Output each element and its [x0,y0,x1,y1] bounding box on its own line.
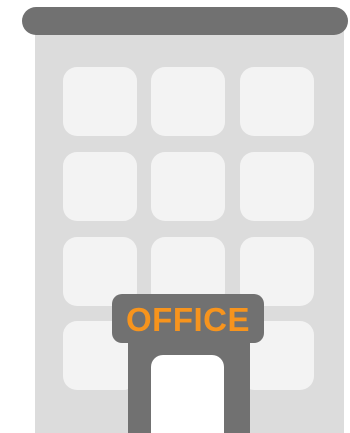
window [151,67,225,136]
office-sign-text: OFFICE [126,300,250,338]
window [63,152,137,221]
window [151,152,225,221]
door-opening [151,355,224,433]
window [240,152,314,221]
office-sign: OFFICE [112,294,264,343]
building-roof [22,7,348,35]
window [63,67,137,136]
window [240,67,314,136]
